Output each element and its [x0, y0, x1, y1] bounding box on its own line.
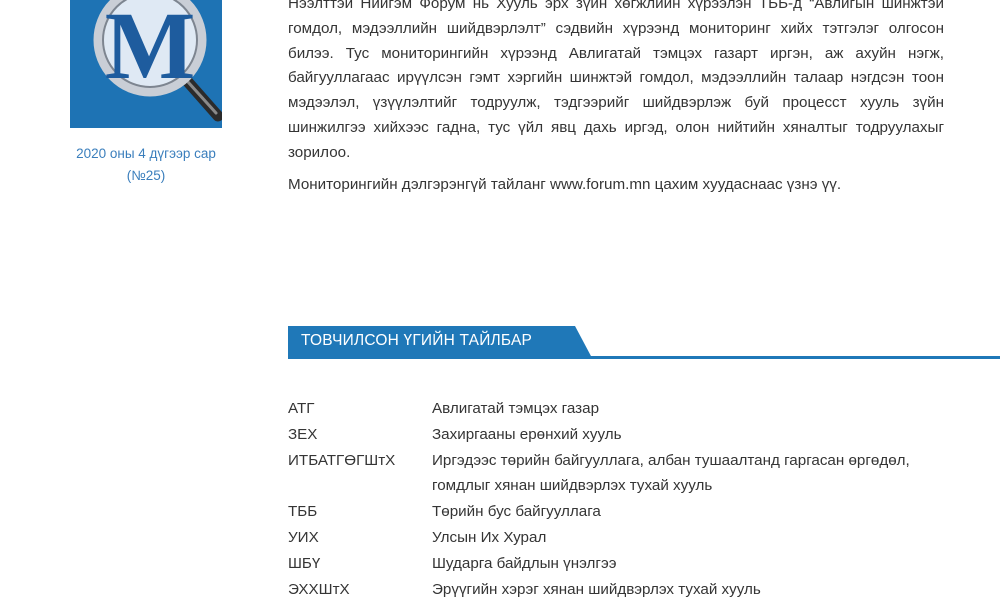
- intro-paragraph: Мониторингийн дэлгэрэнгүй тайланг www.fo…: [288, 175, 842, 193]
- magnifier-m-logo-icon: M: [70, 0, 222, 128]
- list-item: ЭХХШтХ Эрүүгийн хэрэг хянан шийдвэрлэх т…: [288, 577, 948, 600]
- abbreviation-term: ТББ: [288, 503, 318, 521]
- abbreviation-term: ИТБАТГӨГШтХ: [288, 451, 396, 469]
- abbreviation-term: АТГ: [288, 400, 315, 417]
- abbreviation-term: ЭХХШтХ: [288, 580, 350, 598]
- abbreviation-term: ШБҮ: [288, 554, 321, 572]
- abbreviation-term: ЗЕХ: [288, 425, 318, 443]
- list-item: ЗЕХ Захиргааны ерөнхий хууль: [288, 422, 948, 448]
- abbreviation-definition: Авлигатай тэмцэх газар: [432, 400, 600, 417]
- intro-paragraph: Нээлттэй Нийгэм Форум нь Хууль эрх зүйн …: [288, 0, 944, 161]
- issue-date-month: 2020 оны 4 дүгээр сар: [76, 146, 216, 161]
- issue-number: (№25): [126, 168, 166, 183]
- abbreviation-definition: Эрүүгийн хэрэг хянан шийдвэрлэх тухай ху…: [432, 580, 761, 598]
- abbreviation-definition: Төрийн бус байгууллага: [432, 503, 601, 521]
- abbreviation-term: УИХ: [288, 528, 319, 546]
- abbreviation-list: АТГ Авлигатай тэмцэх газар ЗЕХ Захиргаан…: [288, 396, 948, 600]
- svg-text:M: M: [105, 0, 196, 99]
- section-heading: ТОВЧИЛСОН ҮГИЙН ТАЙЛБАР: [288, 326, 1000, 362]
- list-item: ТББ Төрийн бус байгууллага: [288, 499, 948, 525]
- issue-date: 2020 оны 4 дүгээр сар (№25): [50, 143, 242, 187]
- list-item: ШБҮ Шударга байдлын үнэлгээ: [288, 551, 948, 577]
- list-item: ИТБАТГӨГШтХ Иргэдээс төрийн байгууллага,…: [288, 448, 948, 500]
- abbreviation-definition: Улсын Их Хурал: [432, 528, 547, 546]
- list-item: УИХ Улсын Их Хурал: [288, 525, 948, 551]
- section-heading-label: ТОВЧИЛСОН ҮГИЙН ТАЙЛБАР: [301, 332, 533, 349]
- abbreviation-definition: Иргэдээс төрийн байгууллага, албан тушаа…: [432, 451, 910, 495]
- list-item: АТГ Авлигатай тэмцэх газар: [288, 396, 948, 422]
- intro-text: Нээлттэй Нийгэм Форум нь Хууль эрх зүйн …: [288, 0, 944, 204]
- abbreviation-definition: Шударга байдлын үнэлгээ: [432, 554, 617, 572]
- abbreviation-definition: Захиргааны ерөнхий хууль: [432, 425, 622, 443]
